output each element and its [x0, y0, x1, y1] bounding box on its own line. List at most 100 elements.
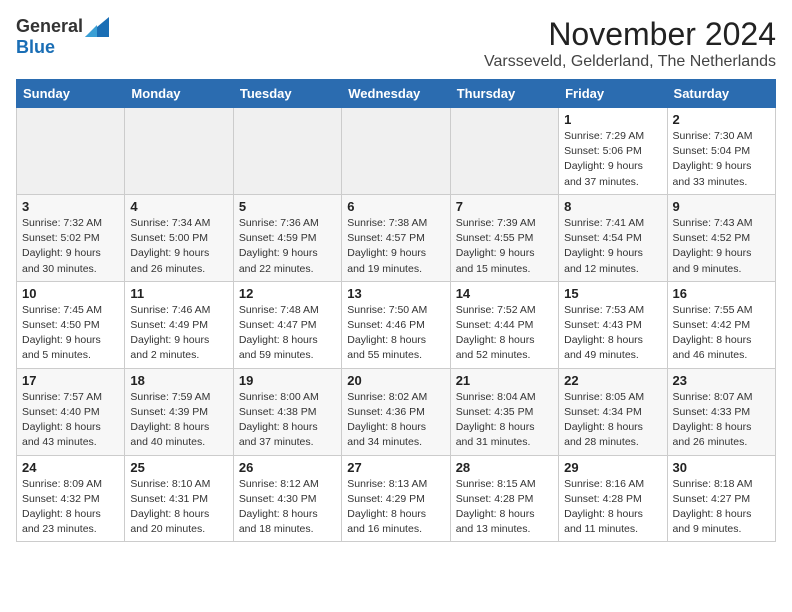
day-info: Sunrise: 8:18 AM Sunset: 4:27 PM Dayligh…	[673, 477, 770, 538]
empty-cell	[125, 108, 233, 195]
day-cell-9: 9Sunrise: 7:43 AM Sunset: 4:52 PM Daylig…	[667, 194, 775, 281]
header-friday: Friday	[559, 80, 667, 108]
day-info: Sunrise: 7:41 AM Sunset: 4:54 PM Dayligh…	[564, 216, 661, 277]
day-info: Sunrise: 7:34 AM Sunset: 5:00 PM Dayligh…	[130, 216, 227, 277]
calendar-table: SundayMondayTuesdayWednesdayThursdayFrid…	[16, 79, 776, 542]
day-cell-10: 10 Sunrise: 7:45 AM Sunset: 4:50 PM Dayli…	[17, 281, 125, 368]
day-number: 7	[456, 199, 553, 214]
day-number: 4	[130, 199, 227, 214]
day-info: Sunrise: 8:04 AM Sunset: 4:35 PM Dayligh…	[456, 390, 553, 451]
day-number: 12	[239, 286, 336, 301]
logo-general-text: General	[16, 16, 83, 37]
day-cell-22: 22Sunrise: 8:05 AM Sunset: 4:34 PM Dayli…	[559, 368, 667, 455]
day-number: 16	[673, 286, 770, 301]
day-info: Sunrise: 7:55 AM Sunset: 4:42 PM Dayligh…	[673, 303, 770, 364]
empty-cell	[17, 108, 125, 195]
day-cell-19: 19 Sunrise: 8:00 AM Sunset: 4:38 PM Dayli…	[233, 368, 341, 455]
day-number: 19	[239, 373, 336, 388]
header-sunday: Sunday	[17, 80, 125, 108]
day-cell-29: 29Sunrise: 8:16 AM Sunset: 4:28 PM Dayli…	[559, 455, 667, 542]
title-section: November 2024 Varsseveld, Gelderland, Th…	[484, 16, 776, 71]
week-row-2: 3Sunrise: 7:32 AM Sunset: 5:02 PM Daylig…	[17, 194, 776, 281]
logo-blue-text: Blue	[16, 37, 55, 58]
day-info: Sunrise: 8:15 AM Sunset: 4:28 PM Dayligh…	[456, 477, 553, 538]
day-info: Sunrise: 7:38 AM Sunset: 4:57 PM Dayligh…	[347, 216, 444, 277]
week-row-5: 24Sunrise: 8:09 AM Sunset: 4:32 PM Dayli…	[17, 455, 776, 542]
day-number: 20	[347, 373, 444, 388]
day-number: 8	[564, 199, 661, 214]
day-info: Sunrise: 7:59 AM Sunset: 4:39 PM Dayligh…	[130, 390, 227, 451]
day-info: Sunrise: 8:12 AM Sunset: 4:30 PM Dayligh…	[239, 477, 336, 538]
week-row-1: 1 Sunrise: 7:29 AM Sunset: 5:06 PM Daylig…	[17, 108, 776, 195]
day-cell-8: 8 Sunrise: 7:41 AM Sunset: 4:54 PM Daylig…	[559, 194, 667, 281]
day-number: 30	[673, 460, 770, 475]
day-number: 17	[22, 373, 119, 388]
day-number: 10	[22, 286, 119, 301]
header-monday: Monday	[125, 80, 233, 108]
day-cell-6: 6 Sunrise: 7:38 AM Sunset: 4:57 PM Daylig…	[342, 194, 450, 281]
header: General Blue November 2024 Varsseveld, G…	[16, 16, 776, 71]
empty-cell	[342, 108, 450, 195]
day-info: Sunrise: 7:39 AM Sunset: 4:55 PM Dayligh…	[456, 216, 553, 277]
day-number: 6	[347, 199, 444, 214]
day-number: 25	[130, 460, 227, 475]
month-title: November 2024	[484, 16, 776, 53]
week-row-3: 10 Sunrise: 7:45 AM Sunset: 4:50 PM Dayli…	[17, 281, 776, 368]
day-info: Sunrise: 7:43 AM Sunset: 4:52 PM Dayligh…	[673, 216, 770, 277]
day-cell-17: 17Sunrise: 7:57 AM Sunset: 4:40 PM Dayli…	[17, 368, 125, 455]
day-number: 26	[239, 460, 336, 475]
day-number: 22	[564, 373, 661, 388]
day-cell-25: 25 Sunrise: 8:10 AM Sunset: 4:31 PM Dayli…	[125, 455, 233, 542]
day-info: Sunrise: 7:52 AM Sunset: 4:44 PM Dayligh…	[456, 303, 553, 364]
day-info: Sunrise: 7:36 AM Sunset: 4:59 PM Dayligh…	[239, 216, 336, 277]
header-thursday: Thursday	[450, 80, 558, 108]
empty-cell	[233, 108, 341, 195]
day-number: 5	[239, 199, 336, 214]
day-cell-24: 24Sunrise: 8:09 AM Sunset: 4:32 PM Dayli…	[17, 455, 125, 542]
day-number: 11	[130, 286, 227, 301]
day-cell-27: 27Sunrise: 8:13 AM Sunset: 4:29 PM Dayli…	[342, 455, 450, 542]
day-info: Sunrise: 8:00 AM Sunset: 4:38 PM Dayligh…	[239, 390, 336, 451]
day-cell-26: 26 Sunrise: 8:12 AM Sunset: 4:30 PM Dayli…	[233, 455, 341, 542]
day-number: 29	[564, 460, 661, 475]
empty-cell	[450, 108, 558, 195]
day-info: Sunrise: 7:48 AM Sunset: 4:47 PM Dayligh…	[239, 303, 336, 364]
calendar-header-row: SundayMondayTuesdayWednesdayThursdayFrid…	[17, 80, 776, 108]
day-number: 23	[673, 373, 770, 388]
day-cell-23: 23 Sunrise: 8:07 AM Sunset: 4:33 PM Dayli…	[667, 368, 775, 455]
logo: General Blue	[16, 16, 109, 58]
day-number: 18	[130, 373, 227, 388]
day-info: Sunrise: 7:50 AM Sunset: 4:46 PM Dayligh…	[347, 303, 444, 364]
day-cell-3: 3Sunrise: 7:32 AM Sunset: 5:02 PM Daylig…	[17, 194, 125, 281]
day-cell-30: 30 Sunrise: 8:18 AM Sunset: 4:27 PM Dayli…	[667, 455, 775, 542]
day-info: Sunrise: 8:10 AM Sunset: 4:31 PM Dayligh…	[130, 477, 227, 538]
day-cell-16: 16 Sunrise: 7:55 AM Sunset: 4:42 PM Dayli…	[667, 281, 775, 368]
day-number: 15	[564, 286, 661, 301]
day-cell-4: 4 Sunrise: 7:34 AM Sunset: 5:00 PM Daylig…	[125, 194, 233, 281]
day-info: Sunrise: 7:29 AM Sunset: 5:06 PM Dayligh…	[564, 129, 661, 190]
day-cell-1: 1 Sunrise: 7:29 AM Sunset: 5:06 PM Daylig…	[559, 108, 667, 195]
day-number: 27	[347, 460, 444, 475]
day-number: 13	[347, 286, 444, 301]
day-info: Sunrise: 7:53 AM Sunset: 4:43 PM Dayligh…	[564, 303, 661, 364]
day-cell-7: 7 Sunrise: 7:39 AM Sunset: 4:55 PM Daylig…	[450, 194, 558, 281]
day-info: Sunrise: 7:45 AM Sunset: 4:50 PM Dayligh…	[22, 303, 119, 364]
day-number: 28	[456, 460, 553, 475]
day-number: 1	[564, 112, 661, 127]
day-cell-28: 28 Sunrise: 8:15 AM Sunset: 4:28 PM Dayli…	[450, 455, 558, 542]
subtitle: Varsseveld, Gelderland, The Netherlands	[484, 53, 776, 71]
week-row-4: 17Sunrise: 7:57 AM Sunset: 4:40 PM Dayli…	[17, 368, 776, 455]
day-info: Sunrise: 7:32 AM Sunset: 5:02 PM Dayligh…	[22, 216, 119, 277]
day-cell-13: 13 Sunrise: 7:50 AM Sunset: 4:46 PM Dayli…	[342, 281, 450, 368]
day-cell-14: 14 Sunrise: 7:52 AM Sunset: 4:44 PM Dayli…	[450, 281, 558, 368]
day-cell-12: 12 Sunrise: 7:48 AM Sunset: 4:47 PM Dayli…	[233, 281, 341, 368]
day-info: Sunrise: 8:07 AM Sunset: 4:33 PM Dayligh…	[673, 390, 770, 451]
day-info: Sunrise: 8:09 AM Sunset: 4:32 PM Dayligh…	[22, 477, 119, 538]
header-wednesday: Wednesday	[342, 80, 450, 108]
day-cell-15: 15 Sunrise: 7:53 AM Sunset: 4:43 PM Dayli…	[559, 281, 667, 368]
header-saturday: Saturday	[667, 80, 775, 108]
day-cell-11: 11Sunrise: 7:46 AM Sunset: 4:49 PM Dayli…	[125, 281, 233, 368]
day-number: 2	[673, 112, 770, 127]
day-number: 14	[456, 286, 553, 301]
day-cell-18: 18 Sunrise: 7:59 AM Sunset: 4:39 PM Dayli…	[125, 368, 233, 455]
